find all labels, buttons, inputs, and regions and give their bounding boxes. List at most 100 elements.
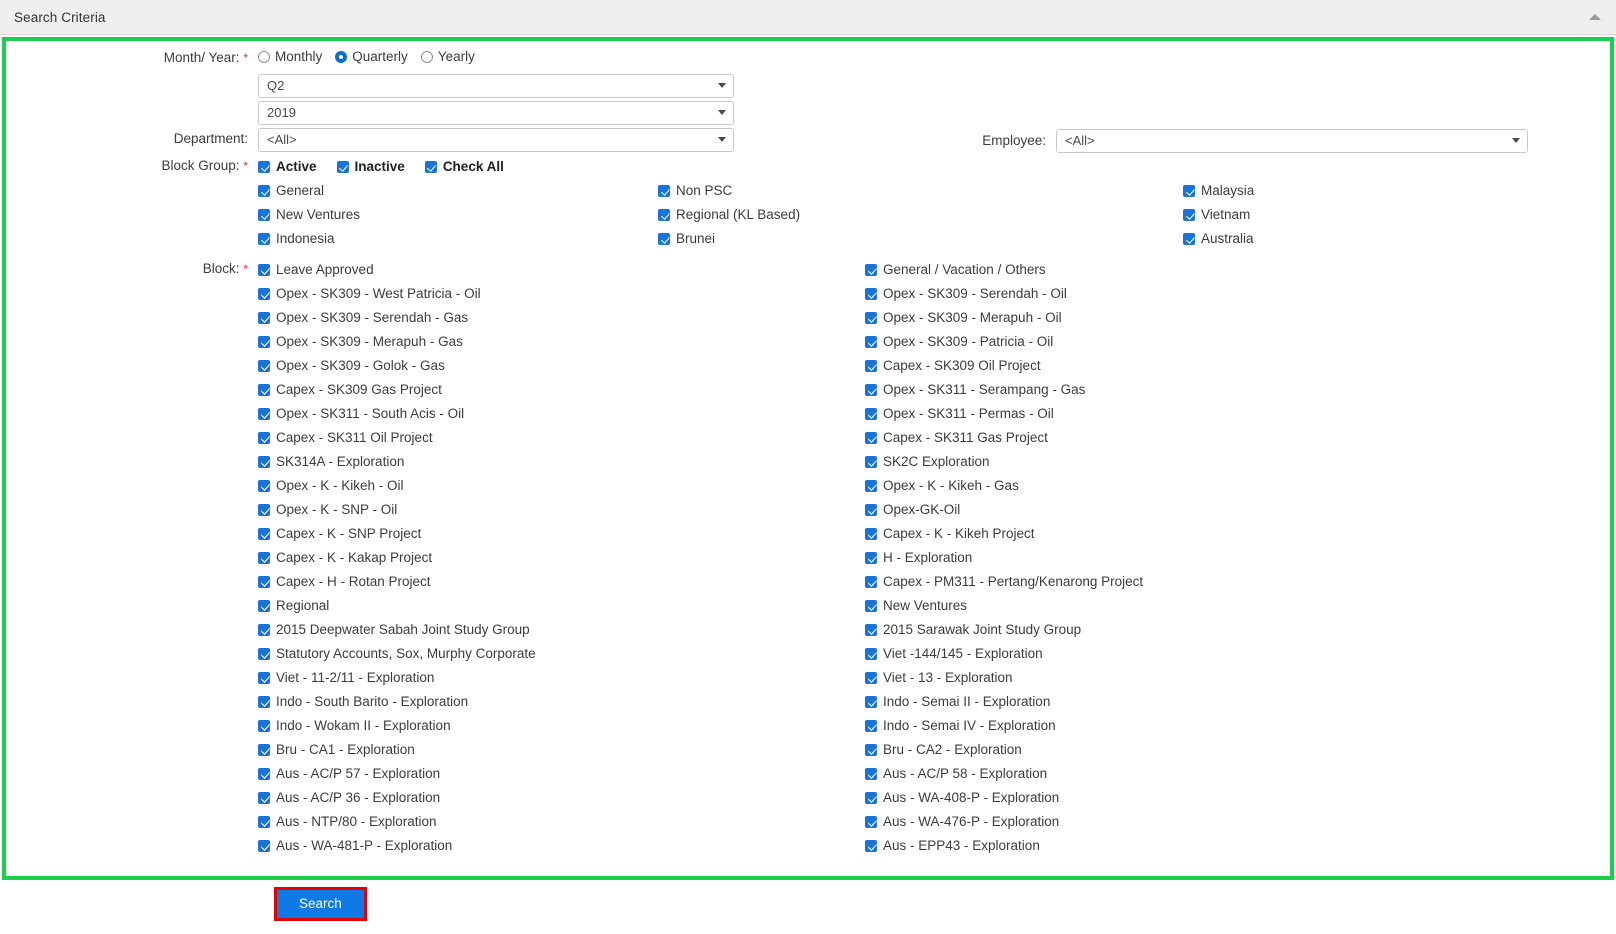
list-item[interactable]: 2015 Deepwater Sabah Joint Study Group (258, 618, 865, 642)
list-item[interactable]: SK2C Exploration (865, 450, 1143, 474)
list-item[interactable]: Opex - SK309 - Merapuh - Oil (865, 306, 1143, 330)
list-item[interactable]: General (258, 179, 658, 203)
list-item[interactable]: Bru - CA2 - Exploration (865, 738, 1143, 762)
list-item[interactable]: General / Vacation / Others (865, 258, 1143, 282)
list-item[interactable]: Aus - AC/P 57 - Exploration (258, 762, 865, 786)
list-item-label: Aus - EPP43 - Exploration (883, 838, 1040, 853)
list-item[interactable]: Aus - WA-476-P - Exploration (865, 810, 1143, 834)
page-title: Search Criteria (14, 9, 106, 25)
list-item[interactable]: Opex - SK309 - West Patricia - Oil (258, 282, 865, 306)
collapse-panel-button[interactable] (1584, 6, 1606, 28)
quarter-select[interactable]: Q2 (258, 74, 734, 98)
list-item[interactable]: Opex - SK309 - Serendah - Oil (865, 282, 1143, 306)
list-item[interactable]: 2015 Sarawak Joint Study Group (865, 618, 1143, 642)
list-item[interactable]: Bru - CA1 - Exploration (258, 738, 865, 762)
list-item[interactable]: Regional (KL Based) (658, 203, 1183, 227)
list-item-label: Viet -144/145 - Exploration (883, 646, 1043, 661)
quarter-select-wrap: Q2 (258, 74, 734, 98)
checkbox-box (1183, 209, 1195, 221)
list-item[interactable]: Capex - SK309 Oil Project (865, 354, 1143, 378)
list-item[interactable]: Aus - AC/P 36 - Exploration (258, 786, 865, 810)
year-select-wrap: 2019 (258, 101, 734, 125)
checkbox-box (258, 720, 270, 732)
list-item[interactable]: Non PSC (658, 179, 1183, 203)
list-item[interactable]: Capex - K - SNP Project (258, 522, 865, 546)
checkbox-check-all[interactable]: Check All (424, 155, 504, 179)
list-item[interactable]: Australia (1183, 227, 1254, 251)
checkbox-box (865, 384, 877, 396)
checkbox-box (865, 480, 877, 492)
checkbox-inactive[interactable]: Inactive (336, 155, 405, 179)
required-asterisk: * (243, 262, 248, 276)
department-select[interactable]: <All> (258, 128, 734, 152)
list-item[interactable]: Aus - WA-481-P - Exploration (258, 834, 865, 858)
list-item[interactable]: Opex - SK311 - Permas - Oil (865, 402, 1143, 426)
radio-yearly[interactable]: Yearly (420, 49, 475, 64)
list-item[interactable]: Malaysia (1183, 179, 1254, 203)
block-group-label: Block Group: * (6, 155, 258, 177)
list-item-label: Aus - AC/P 36 - Exploration (276, 790, 441, 805)
list-item[interactable]: Capex - SK309 Gas Project (258, 378, 865, 402)
checkbox-inactive-label: Inactive (354, 159, 405, 174)
list-item[interactable]: Opex-GK-Oil (865, 498, 1143, 522)
list-item[interactable]: Brunei (658, 227, 1183, 251)
employee-select[interactable]: <All> (1056, 129, 1528, 153)
list-item[interactable]: Opex - K - Kikeh - Oil (258, 474, 865, 498)
list-item[interactable]: SK314A - Exploration (258, 450, 865, 474)
list-item[interactable]: Indo - South Barito - Exploration (258, 690, 865, 714)
list-item[interactable]: New Ventures (865, 594, 1143, 618)
year-select[interactable]: 2019 (258, 101, 734, 125)
list-item[interactable]: Aus - NTP/80 - Exploration (258, 810, 865, 834)
list-item-label: Opex - SK311 - Serampang - Gas (883, 382, 1086, 397)
checkbox-box (258, 456, 270, 468)
checkbox-box (865, 576, 877, 588)
list-item[interactable]: Opex - SK311 - Serampang - Gas (865, 378, 1143, 402)
list-item[interactable]: Capex - SK311 Oil Project (258, 426, 865, 450)
list-item[interactable]: Aus - AC/P 58 - Exploration (865, 762, 1143, 786)
list-item[interactable]: Aus - EPP43 - Exploration (865, 834, 1143, 858)
list-item[interactable]: Viet - 11-2/11 - Exploration (258, 666, 865, 690)
checkbox-box (258, 576, 270, 588)
list-item[interactable]: Opex - SK309 - Merapuh - Gas (258, 330, 865, 354)
list-item-label: Bru - CA2 - Exploration (883, 742, 1022, 757)
list-item[interactable]: Statutory Accounts, Sox, Murphy Corporat… (258, 642, 865, 666)
checkbox-box (865, 792, 877, 804)
list-item[interactable]: Opex - SK309 - Patricia - Oil (865, 330, 1143, 354)
checkbox-box (865, 312, 877, 324)
list-item-label: Capex - H - Rotan Project (276, 574, 431, 589)
checkbox-inactive-box (336, 161, 349, 173)
list-item[interactable]: Indo - Semai II - Exploration (865, 690, 1143, 714)
list-item[interactable]: Capex - H - Rotan Project (258, 570, 865, 594)
list-item[interactable]: Capex - K - Kikeh Project (865, 522, 1143, 546)
radio-monthly[interactable]: Monthly (258, 49, 322, 64)
list-item[interactable]: Vietnam (1183, 203, 1254, 227)
checkbox-box (865, 264, 877, 276)
list-item[interactable]: Opex - K - Kikeh - Gas (865, 474, 1143, 498)
list-item[interactable]: Opex - SK311 - South Acis - Oil (258, 402, 865, 426)
checkbox-box (258, 672, 270, 684)
list-item[interactable]: Capex - SK311 Gas Project (865, 426, 1143, 450)
list-item[interactable]: Capex - PM311 - Pertang/Kenarong Project (865, 570, 1143, 594)
list-item[interactable]: Opex - K - SNP - Oil (258, 498, 865, 522)
checkbox-check-all-box (424, 161, 437, 173)
list-item[interactable]: Viet - 13 - Exploration (865, 666, 1143, 690)
checkbox-box (658, 209, 670, 221)
list-item[interactable]: Indonesia (258, 227, 658, 251)
list-item[interactable]: H - Exploration (865, 546, 1143, 570)
list-item[interactable]: Regional (258, 594, 865, 618)
checkbox-box (258, 384, 270, 396)
list-item[interactable]: Opex - SK309 - Serendah - Gas (258, 306, 865, 330)
checkbox-active[interactable]: Active (258, 155, 317, 179)
checkbox-box (258, 360, 270, 372)
list-item[interactable]: Capex - K - Kakap Project (258, 546, 865, 570)
list-item[interactable]: Indo - Wokam II - Exploration (258, 714, 865, 738)
search-button[interactable]: Search (277, 890, 364, 918)
list-item[interactable]: Indo - Semai IV - Exploration (865, 714, 1143, 738)
list-item[interactable]: New Ventures (258, 203, 658, 227)
radio-quarterly[interactable]: Quarterly (335, 49, 408, 64)
list-item[interactable]: Viet -144/145 - Exploration (865, 642, 1143, 666)
list-item[interactable]: Opex - SK309 - Golok - Gas (258, 354, 865, 378)
list-item[interactable]: Aus - WA-408-P - Exploration (865, 786, 1143, 810)
list-item[interactable]: Leave Approved (258, 258, 865, 282)
list-item-label: Opex-GK-Oil (883, 502, 961, 517)
